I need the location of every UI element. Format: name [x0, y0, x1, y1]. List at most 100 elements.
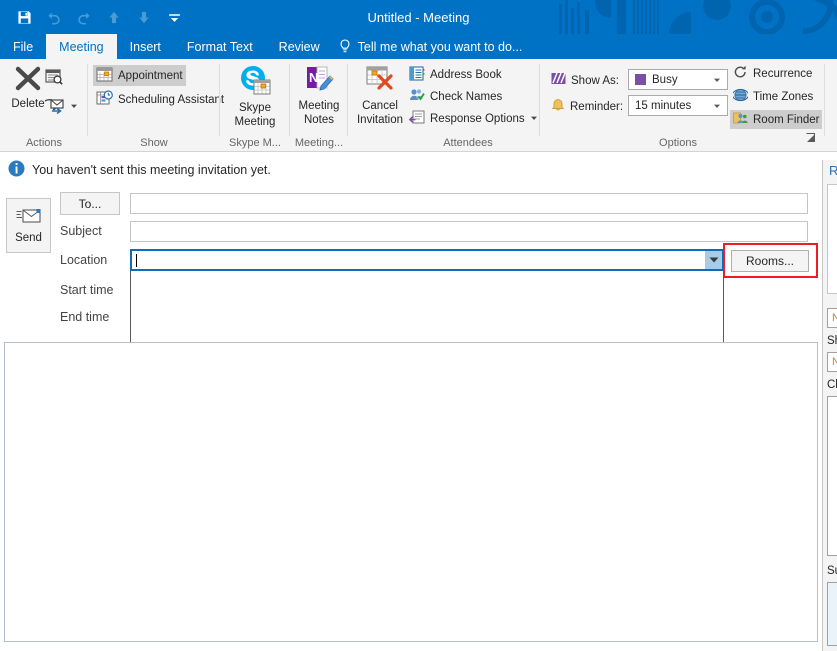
lightbulb-icon — [339, 39, 352, 54]
show-as-combo[interactable]: Busy — [628, 69, 728, 90]
meeting-notes-label-line2: Notes — [303, 114, 335, 126]
recurrence-label: Recurrence — [753, 67, 813, 80]
meeting-body-editor[interactable] — [4, 342, 818, 642]
address-book-icon — [409, 66, 425, 84]
forward-envelope-icon — [43, 96, 65, 117]
time-zones-button[interactable]: Time Zones — [730, 87, 816, 106]
save-icon[interactable] — [10, 4, 38, 30]
show-as-icon — [551, 72, 566, 89]
time-zones-label: Time Zones — [753, 90, 814, 103]
ribbon-group-show: Appointment Scheduling Assistant Show — [88, 59, 224, 151]
location-dropdown-list[interactable] — [130, 271, 724, 349]
skype-meeting-label-line2: Meeting — [234, 116, 276, 128]
reminder-chevron-down-icon[interactable] — [710, 96, 724, 115]
response-options-chevron-down-icon[interactable] — [530, 113, 538, 125]
info-bar: You haven't sent this meeting invitation… — [0, 153, 837, 187]
cancel-invitation-icon — [364, 65, 396, 99]
suggested-times-list[interactable] — [827, 582, 837, 646]
reminder-label-row: Reminder: — [548, 97, 626, 116]
show-a-room-list-label: Show a room list: — [827, 335, 837, 347]
tell-me-label: Tell me what you want to do... — [357, 39, 523, 54]
ribbon-group-attendees: Cancel Invitation Address Book Check Nam… — [348, 59, 540, 151]
send-button[interactable]: Send — [6, 198, 51, 253]
time-zones-globe-icon — [732, 88, 749, 105]
cancel-invitation-button[interactable]: Cancel Invitation — [352, 65, 408, 127]
response-options-button[interactable]: Response Options — [406, 109, 541, 129]
ribbon-group-label-actions: Actions — [25, 137, 63, 149]
to-input[interactable] — [130, 193, 808, 214]
send-icon — [16, 208, 42, 229]
subject-input[interactable] — [130, 221, 808, 242]
to-button[interactable]: To... — [60, 192, 120, 215]
next-item-icon[interactable] — [130, 4, 158, 30]
choose-an-available-room-label: Choose an available room: — [827, 379, 837, 391]
show-as-label: Show As: — [571, 74, 619, 87]
room-finder-panel-title: Room Finder — [829, 163, 837, 178]
forward-button[interactable] — [40, 95, 81, 118]
calendar-search-button[interactable] — [42, 67, 66, 89]
reminder-combo[interactable]: 15 minutes — [628, 95, 728, 116]
check-names-button[interactable]: Check Names — [406, 87, 505, 107]
skype-meeting-icon — [238, 65, 272, 101]
ribbon-group-actions: Delete Actions — [0, 59, 88, 151]
room-finder-icon — [733, 111, 748, 128]
undo-icon[interactable] — [40, 4, 68, 30]
room-finder-calendar[interactable] — [827, 184, 837, 294]
tab-insert[interactable]: Insert — [117, 34, 174, 59]
info-icon — [8, 160, 25, 180]
group-separator — [824, 64, 825, 136]
ribbon-group-label-show: Show — [140, 137, 168, 149]
tab-meeting[interactable]: Meeting — [46, 34, 117, 59]
rooms-button[interactable]: Rooms... — [731, 250, 809, 272]
subject-label: Subject — [60, 224, 102, 238]
scheduling-assistant-label: Scheduling Assistant — [118, 93, 225, 106]
address-book-label: Address Book — [430, 69, 502, 81]
appointment-button[interactable]: Appointment — [93, 65, 186, 86]
room-finder-panel: Room Finder None Show a room list: None … — [822, 160, 837, 651]
svg-text:N: N — [309, 70, 318, 85]
redo-icon[interactable] — [70, 4, 98, 30]
check-names-icon — [409, 88, 425, 106]
room-finder-button[interactable]: Room Finder — [730, 110, 823, 129]
ribbon: Delete Actions Appointment Scheduling As… — [0, 59, 837, 152]
reminder-value: 15 minutes — [635, 99, 692, 112]
recurrence-button[interactable]: Recurrence — [730, 64, 815, 83]
tab-format-text[interactable]: Format Text — [174, 34, 266, 59]
location-combo[interactable] — [130, 249, 724, 271]
appointment-label: Appointment — [118, 69, 183, 82]
tab-review[interactable]: Review — [266, 34, 333, 59]
forward-chevron-down-icon[interactable] — [70, 101, 78, 113]
show-as-value: Busy — [652, 73, 678, 86]
recurrence-icon — [733, 65, 748, 82]
cancel-invitation-label-line1: Cancel — [362, 100, 398, 112]
calendar-search-icon — [45, 68, 63, 88]
skype-meeting-label-line1: Skype — [239, 102, 271, 114]
ribbon-group-label-attendees: Attendees — [443, 137, 493, 149]
options-dialog-launcher[interactable] — [806, 130, 816, 148]
info-bar-message: You haven't sent this meeting invitation… — [32, 163, 271, 177]
scheduling-assistant-button[interactable]: Scheduling Assistant — [93, 89, 227, 110]
show-as-chevron-down-icon[interactable] — [710, 70, 724, 89]
meeting-notes-button[interactable]: N Meeting Notes — [293, 65, 345, 127]
tell-me-search[interactable]: Tell me what you want to do... — [333, 34, 533, 59]
show-as-value-wrap: Busy — [629, 74, 678, 86]
available-rooms-list[interactable] — [827, 396, 837, 556]
delete-icon — [13, 65, 43, 97]
tab-file[interactable]: File — [0, 34, 46, 59]
meeting-notes-label-line1: Meeting — [298, 100, 340, 112]
room-finder-label: Room Finder — [753, 113, 820, 126]
previous-item-icon[interactable] — [100, 4, 128, 30]
available-room-combo[interactable]: None — [827, 352, 837, 372]
skype-meeting-button[interactable]: Skype Meeting — [224, 65, 286, 129]
address-book-button[interactable]: Address Book — [406, 65, 505, 85]
check-names-label: Check Names — [430, 91, 503, 103]
customize-quick-access-toolbar-icon[interactable] — [160, 4, 188, 30]
location-chevron-down-icon[interactable] — [705, 251, 722, 269]
reminder-bell-icon — [551, 98, 565, 115]
ribbon-group-meeting-notes: N Meeting Notes Meeting... — [290, 59, 348, 151]
meeting-notes-icon: N — [303, 65, 335, 99]
title-bar-decoration — [559, 0, 837, 34]
outlook-meeting-window: Untitled - Meeting File Meeting Insert F… — [0, 0, 837, 651]
room-list-combo[interactable]: None — [827, 308, 837, 328]
cancel-invitation-label-line2: Invitation — [356, 114, 404, 126]
